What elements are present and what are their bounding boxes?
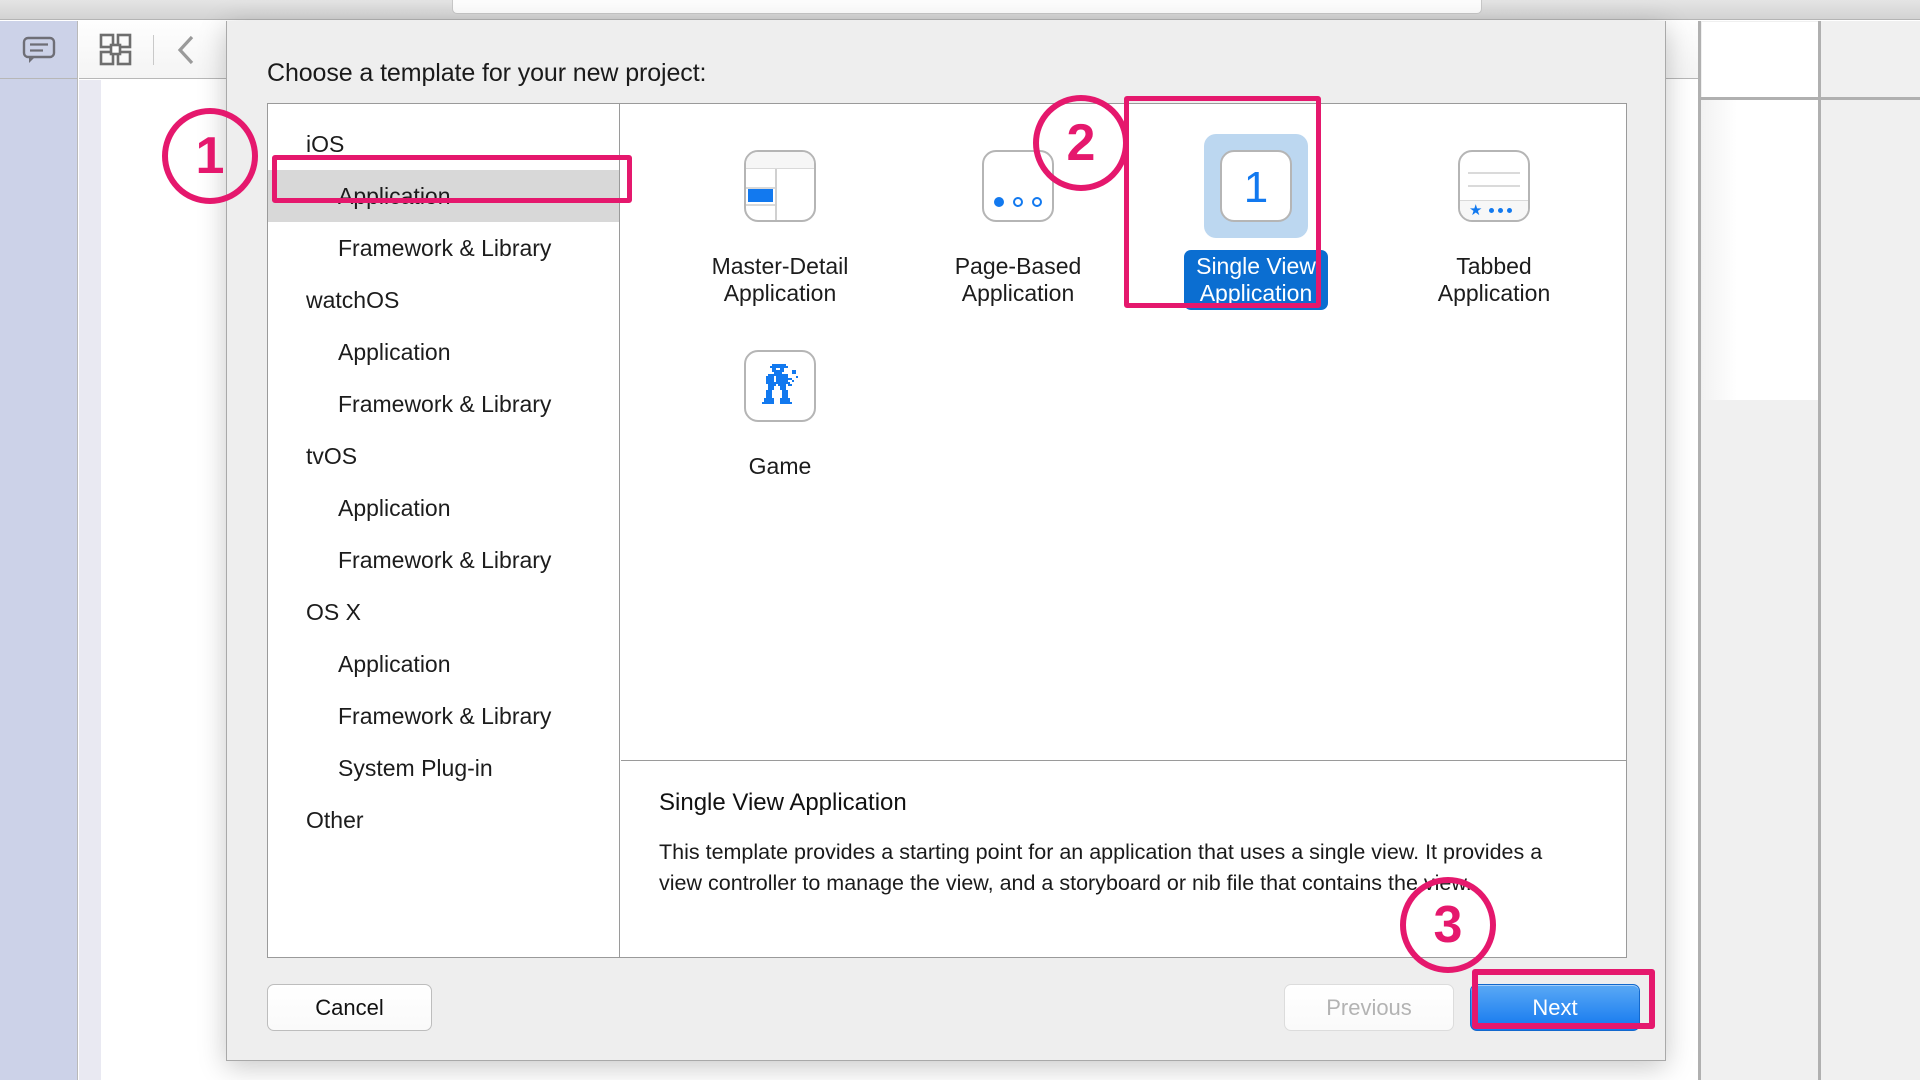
sidebar-item-label: Framework & Library — [338, 702, 552, 729]
template-label: Game — [748, 453, 812, 479]
sidebar-item-osx-framework[interactable]: Framework & Library — [268, 690, 619, 742]
annotation-marker-1: 1 — [162, 108, 258, 204]
back-chevron-icon[interactable] — [174, 33, 200, 67]
annotation-marker-2: 2 — [1033, 95, 1129, 191]
sidebar-item-label: Application — [338, 650, 451, 677]
sidebar-item-label: Framework & Library — [338, 546, 552, 573]
sidebar-item-watchos-application[interactable]: Application — [268, 326, 619, 378]
comment-bubble-icon — [22, 36, 56, 63]
template-icon-wrap — [728, 134, 832, 238]
sidebar-item-label: Application — [338, 494, 451, 521]
sidebar-item-other[interactable]: Other — [268, 794, 619, 846]
sidebar-item-tvos-framework[interactable]: Framework & Library — [268, 534, 619, 586]
template-tabbed[interactable]: ★ Tabbed Application — [1375, 130, 1613, 330]
sidebar-item-label: Other — [306, 806, 364, 833]
template-grid: Master-Detail Application Page-Based App… — [621, 104, 1626, 759]
template-icon-wrap: ★ — [1442, 134, 1546, 238]
sidebar-item-osx[interactable]: OS X — [268, 586, 619, 638]
utilities-block-body — [1702, 100, 1818, 400]
utilities-inner-divider — [1818, 21, 1821, 1080]
single-view-badge: 1 — [1243, 163, 1269, 212]
sidebar-item-label: watchOS — [306, 286, 400, 313]
cancel-button[interactable]: Cancel — [267, 984, 432, 1031]
sidebar-item-tvos[interactable]: tvOS — [268, 430, 619, 482]
utilities-divider — [1698, 21, 1701, 1080]
master-detail-icon — [744, 150, 816, 222]
template-game[interactable]: Game — [661, 330, 899, 530]
sidebar-item-label: iOS — [306, 130, 345, 157]
template-panel: iOS Application Framework & Library watc… — [267, 103, 1627, 958]
sheet-title: Choose a template for your new project: — [267, 59, 707, 87]
sidebar-item-watchos-framework[interactable]: Framework & Library — [268, 378, 619, 430]
template-master-detail[interactable]: Master-Detail Application — [661, 130, 899, 330]
sidebar-item-label: Application — [338, 338, 451, 365]
sidebar-item-watchos[interactable]: watchOS — [268, 274, 619, 326]
sidebar-item-label: Framework & Library — [338, 234, 552, 261]
template-label: Page-Based Application — [954, 253, 1082, 307]
sidebar-item-label: Application — [338, 182, 451, 209]
star-icon: ★ — [1469, 202, 1483, 219]
single-view-icon: 1 — [1220, 150, 1292, 222]
sidebar-item-osx-application[interactable]: Application — [268, 638, 619, 690]
template-label: Single View Application — [1184, 250, 1328, 311]
window-titlebar — [0, 0, 1920, 20]
navigator-rail — [0, 21, 78, 1080]
platform-sidebar[interactable]: iOS Application Framework & Library watc… — [268, 104, 620, 957]
sidebar-item-label: System Plug-in — [338, 754, 493, 781]
template-icon-wrap — [728, 334, 832, 438]
description-title: Single View Application — [659, 789, 907, 816]
toolbar-separator — [153, 34, 154, 65]
grid-view-icon[interactable] — [99, 33, 133, 67]
sidebar-item-osx-system-plugin[interactable]: System Plug-in — [268, 742, 619, 794]
sidebar-item-ios[interactable]: iOS — [268, 118, 619, 170]
sidebar-item-tvos-application[interactable]: Application — [268, 482, 619, 534]
editor-gutter — [79, 80, 101, 1080]
xcode-window: Choose a template for your new project: … — [0, 0, 1920, 1080]
sidebar-item-ios-application[interactable]: Application — [268, 170, 619, 222]
template-label: Master-Detail Application — [711, 253, 849, 307]
rail-comment-bubble[interactable] — [0, 21, 78, 79]
template-icon-wrap: 1 — [1204, 134, 1308, 238]
previous-button[interactable]: Previous — [1284, 984, 1454, 1031]
next-button[interactable]: Next — [1470, 984, 1640, 1031]
titlebar-status-pill — [452, 0, 1482, 14]
sidebar-item-ios-framework[interactable]: Framework & Library — [268, 222, 619, 274]
utilities-block-top — [1702, 22, 1818, 97]
template-single-view[interactable]: 1 Single View Application — [1137, 130, 1375, 330]
utilities-horizontal-divider — [1700, 97, 1920, 100]
template-label: Tabbed Application — [1437, 253, 1551, 307]
annotation-marker-3: 3 — [1400, 877, 1496, 973]
tabbed-icon: ★ — [1458, 150, 1530, 222]
sidebar-item-label: OS X — [306, 598, 361, 625]
sidebar-item-label: tvOS — [306, 442, 358, 469]
game-robot-icon — [744, 350, 816, 422]
sidebar-item-label: Framework & Library — [338, 390, 552, 417]
